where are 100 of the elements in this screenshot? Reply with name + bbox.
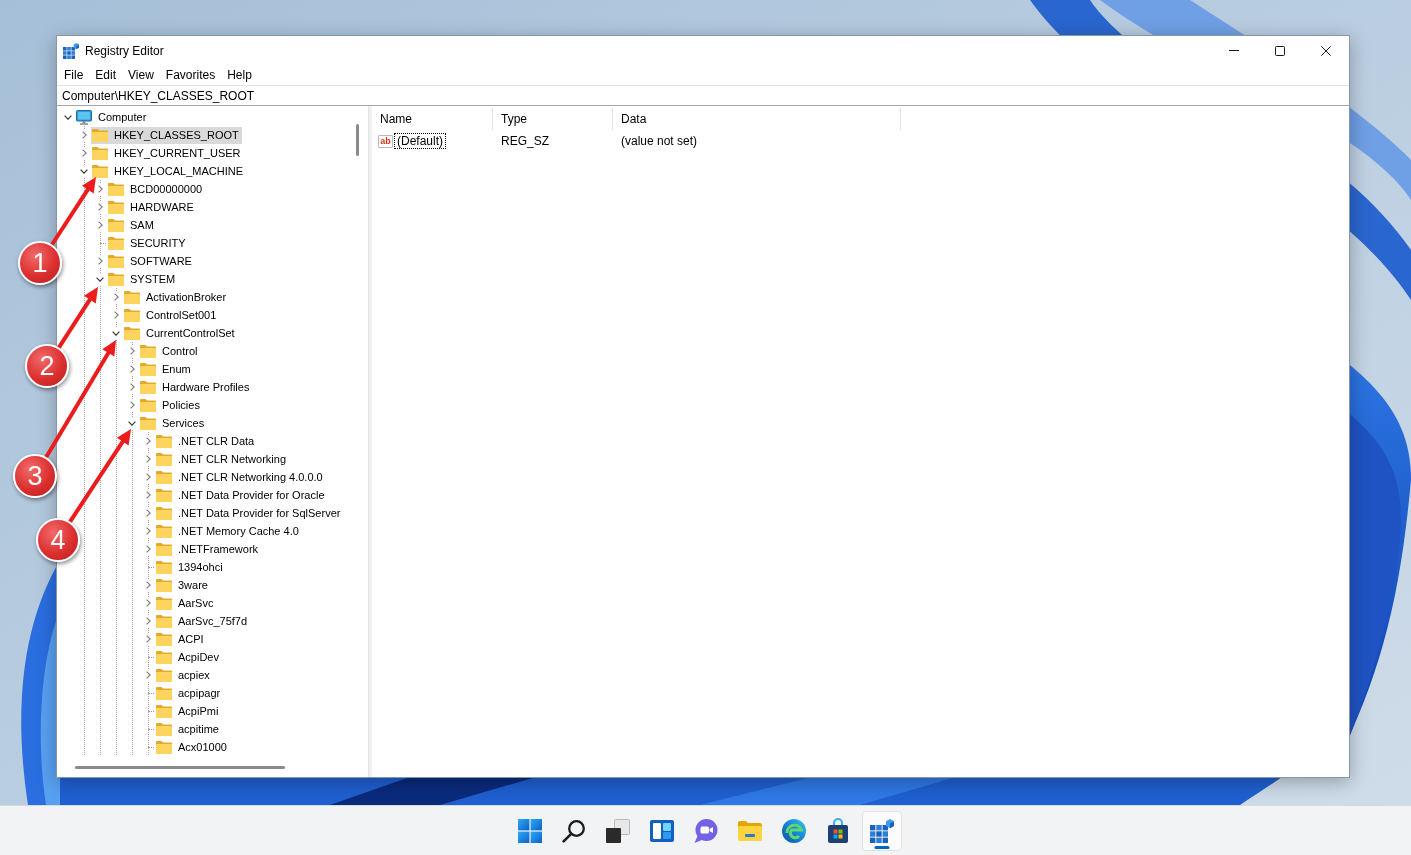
chevron-right-icon[interactable] <box>145 473 151 481</box>
value-type: REG_SZ <box>500 134 550 148</box>
store-bag-icon <box>825 818 850 843</box>
tree-item[interactable]: ControlSet001 <box>123 306 220 324</box>
tree-item[interactable]: HKEY_CURRENT_USER <box>91 144 244 162</box>
widgets-icon <box>649 818 674 843</box>
chevron-right-icon[interactable] <box>145 455 151 463</box>
tree-item[interactable]: ACPI <box>155 630 207 648</box>
chevron-right-icon[interactable] <box>81 131 87 139</box>
chevron-right-icon[interactable] <box>113 311 119 319</box>
tree-item[interactable]: AcpiDev <box>155 648 222 666</box>
chevron-right-icon[interactable] <box>129 347 135 355</box>
folder-icon <box>156 578 172 592</box>
chevron-down-icon[interactable] <box>96 276 104 282</box>
maximize-icon <box>1275 45 1285 56</box>
tree-item[interactable]: AarSvc <box>155 594 217 612</box>
folder-icon <box>124 326 140 340</box>
folder-icon <box>156 632 172 646</box>
menu-item[interactable]: Edit <box>89 65 123 85</box>
registry-icon <box>63 42 79 59</box>
tree-item[interactable]: Enum <box>139 360 194 378</box>
tree-item[interactable]: Control <box>139 342 201 360</box>
tree-item[interactable]: HKEY_LOCAL_MACHINE <box>91 162 246 180</box>
tree-item[interactable]: acpipagr <box>155 684 224 702</box>
chevron-down-icon[interactable] <box>112 330 120 336</box>
chevron-right-icon[interactable] <box>145 617 151 625</box>
chevron-right-icon[interactable] <box>129 383 135 391</box>
tree-item[interactable]: .NETFramework <box>155 540 262 558</box>
tree-item[interactable]: 3ware <box>155 576 211 594</box>
search-icon <box>561 818 586 843</box>
folder-icon <box>92 164 108 178</box>
tree-item[interactable]: .NET CLR Data <box>155 432 258 450</box>
tree-item[interactable]: .NET Memory Cache 4.0 <box>155 522 302 540</box>
chevron-right-icon[interactable] <box>145 491 151 499</box>
tree-item[interactable]: Acx01000 <box>155 738 230 756</box>
chevron-right-icon[interactable] <box>97 203 103 211</box>
tree-item[interactable]: Hardware Profiles <box>139 378 253 396</box>
folder-icon <box>140 362 156 376</box>
tree-item[interactable]: .NET Data Provider for SqlServer <box>155 504 344 522</box>
folder-icon <box>156 506 172 520</box>
chevron-right-icon[interactable] <box>81 149 87 157</box>
folder-icon <box>156 560 172 574</box>
video-chat-icon <box>693 818 718 843</box>
tree-item[interactable]: HKEY_CLASSES_ROOT <box>91 126 242 144</box>
menu-item[interactable]: File <box>58 65 90 85</box>
chevron-right-icon[interactable] <box>145 581 151 589</box>
folder-icon <box>156 524 172 538</box>
folder-icon <box>156 542 172 556</box>
arrow <box>49 177 96 248</box>
tree-item[interactable]: Computer <box>75 108 150 126</box>
tree-item[interactable]: BCD00000000 <box>107 180 206 198</box>
tree-item[interactable]: AarSvc_75f7d <box>155 612 251 630</box>
address-field[interactable]: Computer\HKEY_CLASSES_ROOT <box>57 85 1349 105</box>
tree-item[interactable]: acpiex <box>155 666 213 684</box>
chevron-right-icon[interactable] <box>113 293 119 301</box>
tree-item[interactable]: CurrentControlSet <box>123 324 238 342</box>
tree-item[interactable]: 1394ohci <box>155 558 226 576</box>
tree-item[interactable]: ActivationBroker <box>123 288 230 306</box>
tree-item[interactable]: SOFTWARE <box>107 252 195 270</box>
chevron-down-icon[interactable] <box>80 168 88 174</box>
value-name[interactable]: (Default) <box>394 133 446 149</box>
tree-item[interactable]: Policies <box>139 396 203 414</box>
tree-item[interactable]: SAM <box>107 216 157 234</box>
chevron-right-icon[interactable] <box>97 185 103 193</box>
chevron-right-icon[interactable] <box>145 599 151 607</box>
chevron-right-icon[interactable] <box>145 509 151 517</box>
menu-item[interactable]: Help <box>221 65 258 85</box>
chevron-right-icon[interactable] <box>129 365 135 373</box>
folder-icon <box>108 200 124 214</box>
menu-item[interactable]: View <box>122 65 160 85</box>
folder-icon <box>156 650 172 664</box>
tree-item[interactable]: .NET CLR Networking 4.0.0.0 <box>155 468 326 486</box>
folder-icon <box>156 488 172 502</box>
scrollbar-thumb[interactable] <box>75 766 285 769</box>
folder-icon <box>124 290 140 304</box>
chevron-right-icon[interactable] <box>97 257 103 265</box>
folder-icon <box>737 820 762 841</box>
chevron-right-icon[interactable] <box>145 527 151 535</box>
folder-icon <box>140 416 156 430</box>
chevron-down-icon[interactable] <box>64 114 72 120</box>
value-data: (value not set) <box>620 134 699 148</box>
tree-item[interactable]: SECURITY <box>107 234 189 252</box>
chevron-right-icon[interactable] <box>129 401 135 409</box>
chevron-right-icon[interactable] <box>145 545 151 553</box>
menu-item[interactable]: Favorites <box>159 65 222 85</box>
chevron-right-icon[interactable] <box>145 437 151 445</box>
tree-item[interactable]: .NET CLR Networking <box>155 450 289 468</box>
scrollbar-thumb[interactable] <box>356 124 359 156</box>
tree-item[interactable]: AcpiPmi <box>155 702 222 720</box>
chevron-right-icon[interactable] <box>145 635 151 643</box>
tree-item[interactable]: .NET Data Provider for Oracle <box>155 486 328 504</box>
monitor-icon <box>76 109 92 125</box>
tree-item[interactable]: Services <box>139 414 208 432</box>
chevron-right-icon[interactable] <box>145 671 151 679</box>
tree-item[interactable]: HARDWARE <box>107 198 197 216</box>
window-title: Registry Editor <box>85 43 165 58</box>
chevron-down-icon[interactable] <box>128 420 136 426</box>
chevron-right-icon[interactable] <box>97 221 103 229</box>
tree-item[interactable]: acpitime <box>155 720 222 738</box>
tree-item[interactable]: SYSTEM <box>107 270 179 288</box>
